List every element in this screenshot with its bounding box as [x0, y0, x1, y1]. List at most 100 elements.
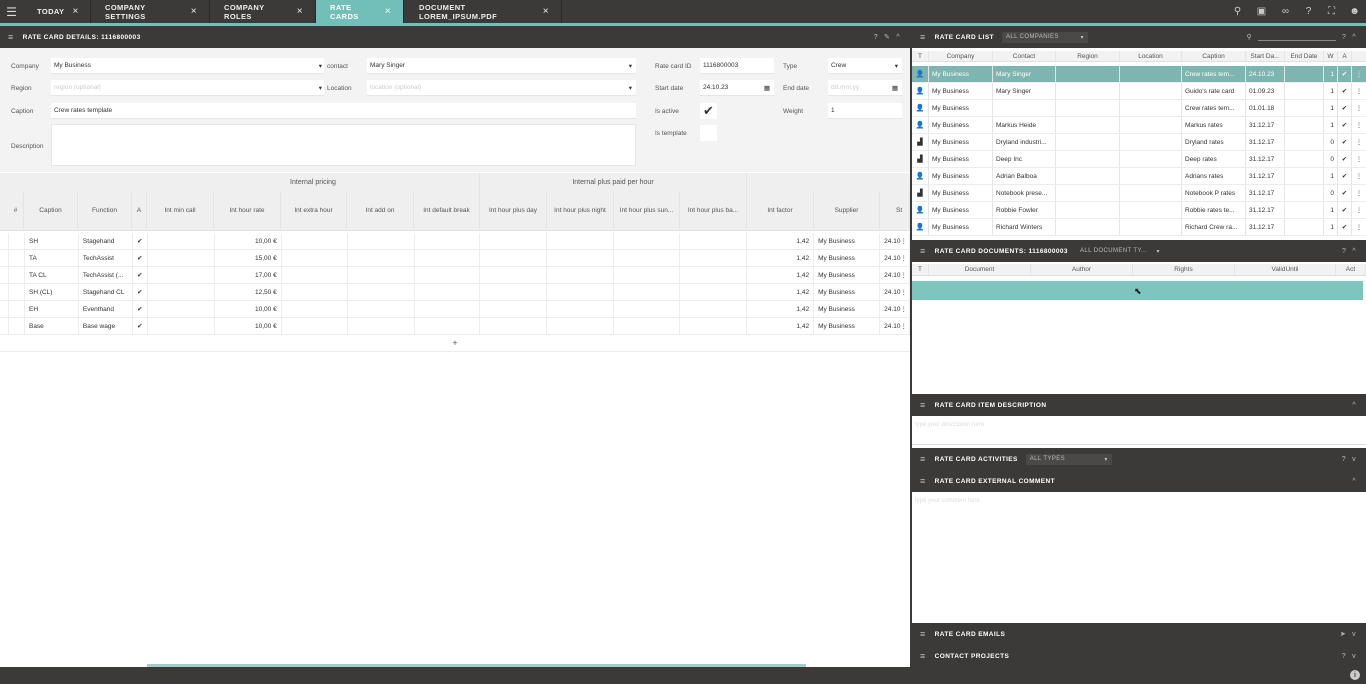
more-icon[interactable]: ⋮	[1352, 202, 1366, 218]
cell-start[interactable]: 01.01.18	[1246, 100, 1285, 116]
cell-company[interactable]: My Business	[929, 168, 993, 184]
cell[interactable]	[547, 267, 615, 283]
cell[interactable]	[680, 284, 748, 300]
more-icon[interactable]: ⋮	[900, 271, 907, 279]
cell-company[interactable]: My Business	[929, 66, 993, 82]
cell-st[interactable]: 24.10 ⋮	[880, 233, 910, 249]
location-select[interactable]: location (optional) ▾	[367, 80, 636, 96]
expand-icon[interactable]: v	[1352, 456, 1356, 463]
cell-contact[interactable]: Mary Singer	[993, 66, 1056, 82]
cell-region[interactable]	[1056, 83, 1120, 99]
cell-hour-rate[interactable]: 10,00 €	[215, 301, 282, 317]
end-date-input[interactable]: dd.mm.yy ▦	[828, 80, 902, 96]
col-int-factor[interactable]: Int factor	[747, 191, 814, 229]
cell[interactable]	[148, 284, 215, 300]
check-icon[interactable]: ✔	[133, 267, 148, 283]
cell[interactable]	[614, 233, 681, 249]
cell-function[interactable]: TechAssist	[79, 250, 133, 266]
help-icon[interactable]: ?	[874, 34, 878, 41]
activity-type-dropdown[interactable]: ALL TYPES ▾	[1025, 453, 1112, 465]
list-row[interactable]: ▟ My Business Notebook prese... Notebook P …	[912, 185, 1366, 202]
cell[interactable]	[348, 267, 415, 283]
check-icon[interactable]: ✔	[133, 284, 148, 300]
list-col-8[interactable]: W	[1324, 51, 1338, 61]
description-textarea[interactable]	[51, 124, 636, 166]
collapse-icon[interactable]: ^	[1352, 478, 1356, 485]
person-icon[interactable]: 👤	[912, 202, 929, 218]
col-int-min-call[interactable]: Int min call	[147, 191, 214, 229]
cell[interactable]	[480, 318, 548, 334]
list-col-1[interactable]: Company	[929, 51, 993, 61]
cell-caption[interactable]: Robbie rates te...	[1182, 202, 1246, 218]
cell-location[interactable]	[1120, 168, 1182, 184]
cell[interactable]	[415, 267, 481, 283]
col-t[interactable]: T	[912, 264, 929, 275]
cell[interactable]	[9, 301, 25, 317]
table-row[interactable]: EH Eventhand ✔ 10,00 € 1,42 My Business 24.10 …	[0, 301, 910, 318]
check-icon[interactable]: ✔	[133, 318, 148, 334]
person-icon[interactable]: 👤	[912, 66, 929, 82]
row-handle[interactable]	[0, 284, 9, 300]
cell-region[interactable]	[1056, 219, 1120, 235]
company-select[interactable]: My Business ▾	[51, 58, 326, 74]
cell-w[interactable]: 0	[1324, 185, 1338, 201]
cell-contact[interactable]	[993, 100, 1056, 116]
collapse-icon[interactable]: ^	[1352, 34, 1356, 41]
more-icon[interactable]: ⋮	[1352, 151, 1366, 167]
drag-handle-icon[interactable]: ≡	[8, 32, 14, 42]
more-icon[interactable]: ⋮	[1352, 185, 1366, 201]
cell-caption[interactable]: SH	[25, 233, 79, 249]
start-date-input[interactable]: 24.10.23 ▦	[700, 80, 774, 96]
cell[interactable]	[148, 233, 215, 249]
cell-end[interactable]	[1285, 151, 1324, 167]
check-icon[interactable]: ✔	[1338, 83, 1352, 99]
cell-contact[interactable]: Robbie Fowler	[993, 202, 1056, 218]
cell-factor[interactable]: 1,42	[747, 284, 815, 300]
cell-company[interactable]: My Business	[929, 185, 993, 201]
cell-supplier[interactable]: My Business	[814, 284, 880, 300]
cell-contact[interactable]: Adrian Balboa	[993, 168, 1056, 184]
col-st[interactable]: St	[880, 191, 910, 229]
cell-factor[interactable]: 1,42	[747, 267, 815, 283]
cell[interactable]	[148, 301, 215, 317]
drag-handle-icon[interactable]: ≡	[920, 32, 926, 42]
cell-w[interactable]: 1	[1324, 83, 1338, 99]
check-icon[interactable]: ✔	[1338, 134, 1352, 150]
factory-icon[interactable]: ▟	[912, 185, 929, 201]
cell-end[interactable]	[1285, 185, 1324, 201]
info-icon[interactable]: i	[1350, 670, 1360, 680]
cell[interactable]	[9, 250, 25, 266]
cell-caption[interactable]: Crew rates tem...	[1182, 100, 1246, 116]
cell-factor[interactable]: 1,42	[747, 233, 815, 249]
cell-region[interactable]	[1056, 100, 1120, 116]
list-row[interactable]: 👤 My Business Adrian Balboa Adrians rates 31…	[912, 168, 1366, 185]
row-handle[interactable]	[0, 301, 9, 317]
cell-start[interactable]: 31.12.17	[1246, 202, 1285, 218]
tab-company-settings[interactable]: COMPANY SETTINGS ×	[91, 0, 210, 23]
cell[interactable]	[415, 250, 481, 266]
cell-end[interactable]	[1285, 66, 1324, 82]
list-row[interactable]: 👤 My Business Robbie Fowler Robbie rates te…	[912, 202, 1366, 219]
cell[interactable]	[415, 318, 481, 334]
factory-icon[interactable]: ▟	[912, 134, 929, 150]
cell-function[interactable]: TechAssist (...	[79, 267, 133, 283]
check-icon[interactable]: ✔	[1338, 66, 1352, 82]
col-document[interactable]: Document	[929, 264, 1031, 275]
row-handle[interactable]	[0, 318, 9, 334]
cell-location[interactable]	[1120, 83, 1182, 99]
more-icon[interactable]: ⋮	[900, 288, 907, 296]
cell[interactable]	[614, 250, 681, 266]
cell-location[interactable]	[1120, 151, 1182, 167]
cell-location[interactable]	[1120, 185, 1182, 201]
cell-contact[interactable]: Deep Inc	[993, 151, 1056, 167]
list-row[interactable]: 👤 My Business Mary Singer Guido's rate card…	[912, 83, 1366, 100]
cell-end[interactable]	[1285, 117, 1324, 133]
cell[interactable]	[415, 301, 481, 317]
help-icon[interactable]: ?	[1342, 248, 1346, 255]
check-icon[interactable]: ✔	[1338, 117, 1352, 133]
cell-company[interactable]: My Business	[929, 134, 993, 150]
row-handle[interactable]	[0, 267, 9, 283]
cell-location[interactable]	[1120, 219, 1182, 235]
cell[interactable]	[680, 250, 748, 266]
search-icon[interactable]: ⚲	[1226, 0, 1249, 23]
